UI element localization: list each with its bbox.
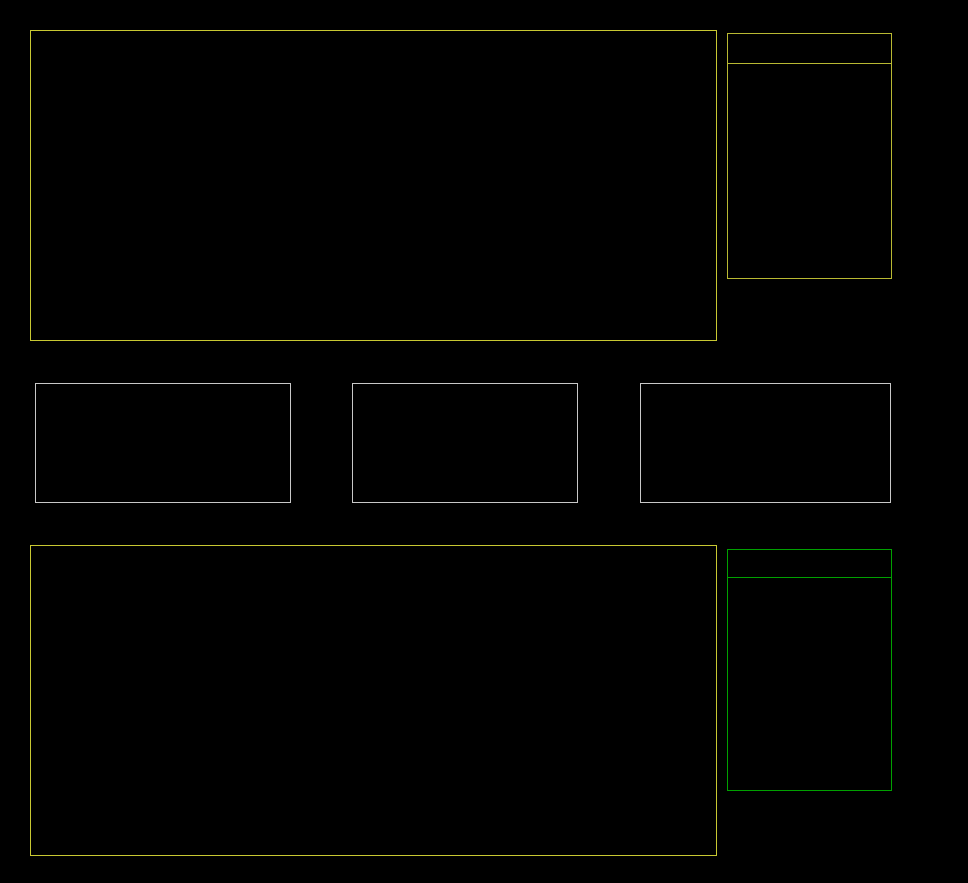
aip-output-panel [727,549,892,791]
aip-panel-title [728,550,891,578]
thumbnail-f2-trace [640,383,891,503]
autoscala-table [728,64,891,278]
autoscala-output-panel [727,33,892,279]
ionogram-plot-profile [30,545,717,856]
thumbnail-eliminate-multiples [352,383,578,503]
aip-table [728,578,891,583]
ionogram-plot-scaled [30,30,717,341]
autoscala-panel-title [728,34,891,64]
thumbnail-original-ionogram [35,383,291,503]
